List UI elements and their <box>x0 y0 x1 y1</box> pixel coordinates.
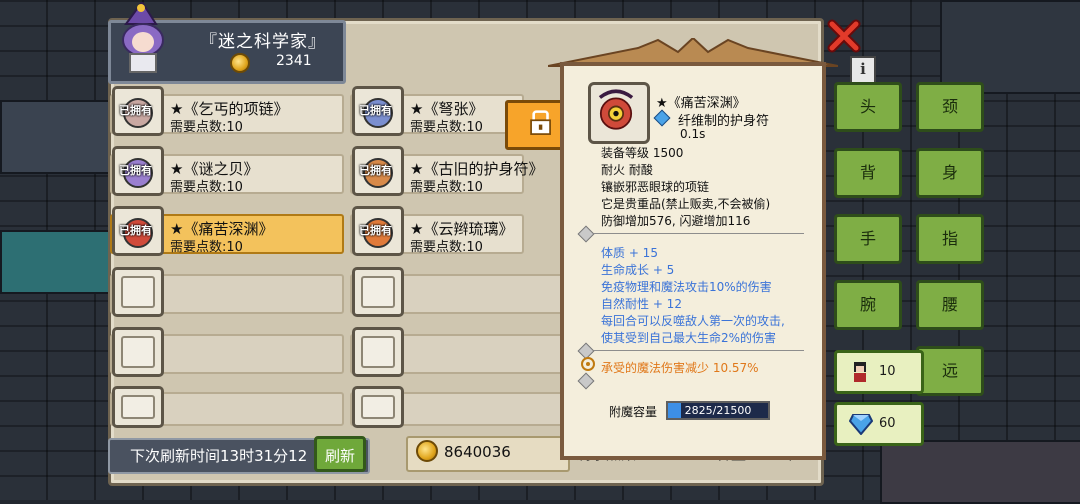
item-slot[interactable]: 已拥有 <box>112 206 164 256</box>
item-cost: 需要点数:10 <box>170 120 243 135</box>
empty-slot <box>112 386 164 428</box>
refresh-button[interactable]: 刷新 <box>314 436 366 472</box>
abyss-amulet-icon <box>598 89 634 130</box>
owned-label: 已拥有 <box>119 224 152 237</box>
empty-slot <box>352 327 404 377</box>
item-cost: 需要点数:10 <box>170 180 243 195</box>
equip-slot-finger[interactable]: 指 <box>916 214 984 264</box>
coin-icon <box>230 52 250 73</box>
lock-icon <box>530 110 551 135</box>
close-icon[interactable] <box>826 18 862 54</box>
enchant-rune-icon <box>581 357 595 371</box>
equip-slot-hand[interactable]: 手 <box>834 214 902 264</box>
popup-stat-line: 它是贵重品(禁止贩卖,不会被偷) <box>601 197 771 211</box>
separator <box>594 350 804 351</box>
owned-label: 已拥有 <box>359 104 392 117</box>
empty-slot <box>112 327 164 377</box>
gem-counter[interactable]: 60 <box>834 402 924 446</box>
background-wall <box>940 0 1080 94</box>
popup-stat-line: 装备等级 1500 <box>601 146 684 160</box>
owned-label: 已拥有 <box>119 164 152 177</box>
equip-slot-waist[interactable]: 腰 <box>916 280 984 330</box>
popup-item-name: ★《痛苦深渊》 <box>656 96 746 111</box>
equip-slot-head[interactable]: 头 <box>834 82 902 132</box>
item-cost: 需要点数:10 <box>410 240 483 255</box>
empty-slot <box>112 267 164 317</box>
popup-cooldown: 0.1s <box>680 127 706 141</box>
character-icon <box>854 362 866 382</box>
gem-count: 60 <box>879 416 896 431</box>
equip-slot-neck[interactable]: 颈 <box>916 82 984 132</box>
popup-bonus-line: 每回合可以反噬敌人第一次的攻击, <box>601 314 785 328</box>
info-icon[interactable]: i <box>850 56 876 84</box>
equip-slot-back[interactable]: 背 <box>834 148 902 198</box>
popup-stat-line: 防御增加576, 闪避增加116 <box>601 214 751 228</box>
popup-bonus-line: 生命成长 + 5 <box>601 263 675 277</box>
empty-slot <box>352 386 404 428</box>
equip-slot-wrist[interactable]: 腕 <box>834 280 902 330</box>
merchant-coins: 2341 <box>230 52 330 73</box>
popup-bonus-line: 免疫物理和魔法攻击10%的伤害 <box>601 280 772 294</box>
popup-bonus-line: 体质 + 15 <box>601 246 658 260</box>
item-cost: 需要点数:10 <box>170 240 243 255</box>
item-slot[interactable]: 已拥有 <box>352 206 404 256</box>
item-slot[interactable]: 已拥有 <box>352 146 404 196</box>
popup-stat-line: 镶嵌邪恶眼球的项链 <box>601 180 710 194</box>
gold-amount: 8640036 <box>444 443 511 461</box>
merchant-title: 『迷之科学家』 <box>200 32 326 52</box>
character-count: 10 <box>879 364 896 379</box>
item-cost: 需要点数:10 <box>410 120 483 135</box>
equip-slot-body[interactable]: 身 <box>916 148 984 198</box>
popup-stat-line: 耐火 耐酸 <box>601 163 653 177</box>
character-counter[interactable]: 10 <box>834 350 924 394</box>
coin-amount: 2341 <box>276 53 312 69</box>
background-wall <box>0 230 114 294</box>
enchant-capacity-bar: 2825/21500 <box>666 401 770 420</box>
gold-coin-icon <box>416 440 438 462</box>
item-slot[interactable]: 已拥有 <box>112 146 164 196</box>
equip-slot-ranged[interactable]: 远 <box>916 346 984 396</box>
popup-bonus-line: 使其受到自己最大生命2%的伤害 <box>601 331 777 345</box>
owned-label: 已拥有 <box>359 224 392 237</box>
item-cost: 需要点数:10 <box>410 180 483 195</box>
separator <box>594 233 804 234</box>
background-wall <box>0 100 114 174</box>
background-wall <box>880 440 1080 504</box>
merchant-avatar <box>122 2 164 73</box>
popup-bonus-line: 自然耐性 + 12 <box>601 297 682 311</box>
refresh-timer: 下次刷新时间13时31分12 <box>130 447 308 465</box>
owned-label: 已拥有 <box>359 164 392 177</box>
item-slot[interactable]: 已拥有 <box>112 86 164 136</box>
empty-slot <box>352 267 404 317</box>
enchant-capacity-label: 附魔容量 <box>609 405 658 419</box>
popup-enchant-line: 承受的魔法伤害减少 10.57% <box>601 361 759 375</box>
owned-label: 已拥有 <box>119 104 152 117</box>
enchant-capacity-value: 2825/21500 <box>684 404 752 417</box>
item-slot[interactable]: 已拥有 <box>352 86 404 136</box>
popup-item-slot <box>588 82 650 144</box>
diamond-icon <box>849 414 873 435</box>
